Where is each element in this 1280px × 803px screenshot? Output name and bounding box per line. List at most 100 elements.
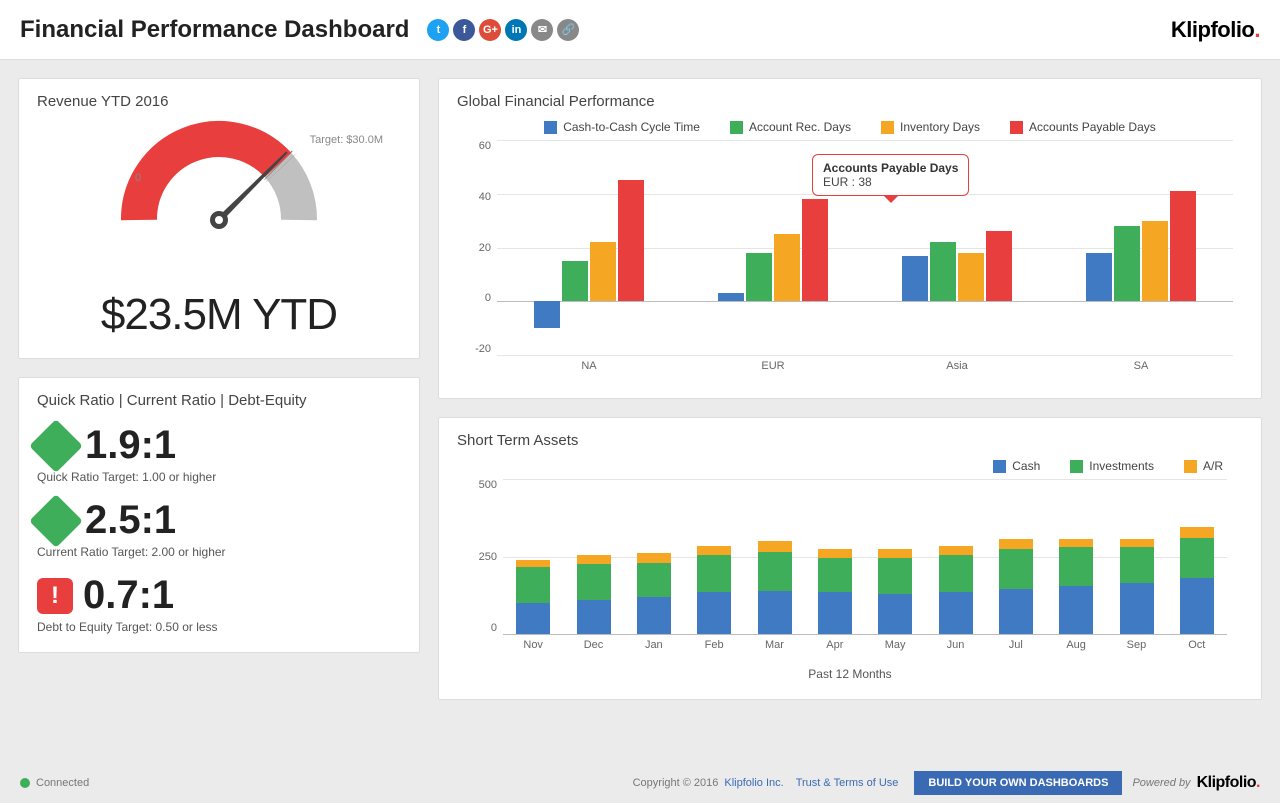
stack-segment [818,549,852,558]
stack-segment [878,558,912,594]
gauge-min-label: 0 [135,172,141,184]
stack-segment [1059,547,1093,586]
bar-group [681,199,865,301]
global-chart-legend: Cash-to-Cash Cycle Time Account Rec. Day… [457,120,1243,134]
stacked-bar[interactable] [516,560,550,634]
stacked-bar[interactable] [758,541,792,634]
link-icon[interactable]: 🔗 [557,19,579,41]
stacked-bar[interactable] [878,549,912,634]
bar[interactable] [902,256,928,302]
ratios-card: Quick Ratio | Current Ratio | Debt-Equit… [18,377,420,653]
stack-segment [697,546,731,555]
stacked-bar[interactable] [697,546,731,634]
bar[interactable] [590,242,616,301]
global-x-axis: NAEURAsiaSA [497,360,1233,380]
stack-segment [1180,578,1214,634]
bar[interactable] [534,301,560,328]
stacked-bar[interactable] [1120,539,1154,634]
googleplus-icon[interactable]: G+ [479,19,501,41]
global-chart-card: Global Financial Performance Cash-to-Cas… [438,78,1262,399]
bar[interactable] [1170,191,1196,301]
bar[interactable] [958,253,984,301]
stacked-bar[interactable] [1059,539,1093,634]
stack-segment [999,589,1033,634]
facebook-icon[interactable]: f [453,19,475,41]
stack-segment [758,552,792,591]
current-ratio-row: 2.5:1 [37,498,401,543]
stack-segment [697,592,731,634]
stack-segment [758,541,792,552]
stack-segment [939,592,973,634]
bar[interactable] [718,293,744,301]
powered-by-label: Powered by [1132,777,1190,789]
bar-group [865,231,1049,301]
stack-segment [1059,539,1093,547]
stack-segment [637,553,671,562]
stacked-bar[interactable] [818,549,852,634]
bar[interactable] [1142,221,1168,302]
stack-segment [637,563,671,597]
stack-segment [1120,583,1154,634]
quick-ratio-target: Quick Ratio Target: 1.00 or higher [37,470,401,484]
stack-segment [939,555,973,592]
bar[interactable] [618,180,644,301]
gauge-target-label: Target: $30.0M [310,134,383,146]
twitter-icon[interactable]: t [427,19,449,41]
stacked-bar[interactable] [637,553,671,634]
stacked-bar[interactable] [577,555,611,634]
bar-group [497,180,681,301]
stack-segment [516,560,550,568]
stack-segment [577,600,611,634]
quick-ratio-value: 1.9:1 [85,423,176,468]
email-icon[interactable]: ✉ [531,19,553,41]
debt-ratio-value: 0.7:1 [83,573,174,618]
bar[interactable] [986,231,1012,301]
short-plot-area [503,479,1227,634]
company-link[interactable]: Klipfolio Inc. [724,777,783,789]
terms-link[interactable]: Trust & Terms of Use [796,777,899,789]
short-term-plot[interactable]: 500 250 0 NovDecJanFebMarAprMayJunJulAug… [457,479,1243,659]
stack-segment [878,594,912,634]
revenue-title: Revenue YTD 2016 [37,93,401,110]
linkedin-icon[interactable]: in [505,19,527,41]
stack-segment [697,555,731,592]
stacked-bar[interactable] [939,546,973,634]
brand-logo: Klipfolio. [1171,17,1260,43]
stack-segment [1180,538,1214,578]
bar[interactable] [930,242,956,301]
global-chart-title: Global Financial Performance [457,93,1243,110]
copyright-text: Copyright © 2016 [633,777,719,789]
short-y-axis: 500 250 0 [457,479,503,634]
short-term-title: Short Term Assets [457,432,1243,449]
short-x-axis: NovDecJanFebMarAprMayJunJulAugSepOct [503,639,1227,659]
stack-segment [516,567,550,603]
bar[interactable] [774,234,800,301]
global-y-axis: 60 40 20 0 -20 [457,140,497,355]
revenue-value: $23.5M YTD [37,290,401,340]
stack-segment [999,539,1033,548]
bar[interactable] [746,253,772,301]
status-dot-icon [20,778,30,788]
stack-segment [1120,547,1154,583]
bar[interactable] [562,261,588,301]
stack-segment [1059,586,1093,634]
stacked-bar[interactable] [1180,527,1214,634]
stack-segment [1180,527,1214,538]
chart-tooltip: Accounts Payable Days EUR : 38 [812,154,969,196]
debt-ratio-row: ! 0.7:1 [37,573,401,618]
bar[interactable] [1086,253,1112,301]
bar-group [1049,191,1233,301]
bar[interactable] [1114,226,1140,301]
footer-brand-logo: Klipfolio. [1197,774,1260,792]
cta-button[interactable]: BUILD YOUR OWN DASHBOARDS [914,771,1122,795]
revenue-card: Revenue YTD 2016 0 Target: $30.0M [18,78,420,359]
left-column: Revenue YTD 2016 0 Target: $30.0M [18,78,420,700]
footer: Connected Copyright © 2016 Klipfolio Inc… [0,771,1280,795]
short-x-label: Past 12 Months [457,667,1243,681]
ratios-title: Quick Ratio | Current Ratio | Debt-Equit… [37,392,401,409]
stacked-bar[interactable] [999,539,1033,634]
global-chart-plot[interactable]: 60 40 20 0 -20 Accounts Payable Days EUR [457,140,1243,380]
bar[interactable] [802,199,828,301]
page-title: Financial Performance Dashboard [20,16,409,44]
short-term-legend: Cash Investments A/R [457,459,1243,473]
